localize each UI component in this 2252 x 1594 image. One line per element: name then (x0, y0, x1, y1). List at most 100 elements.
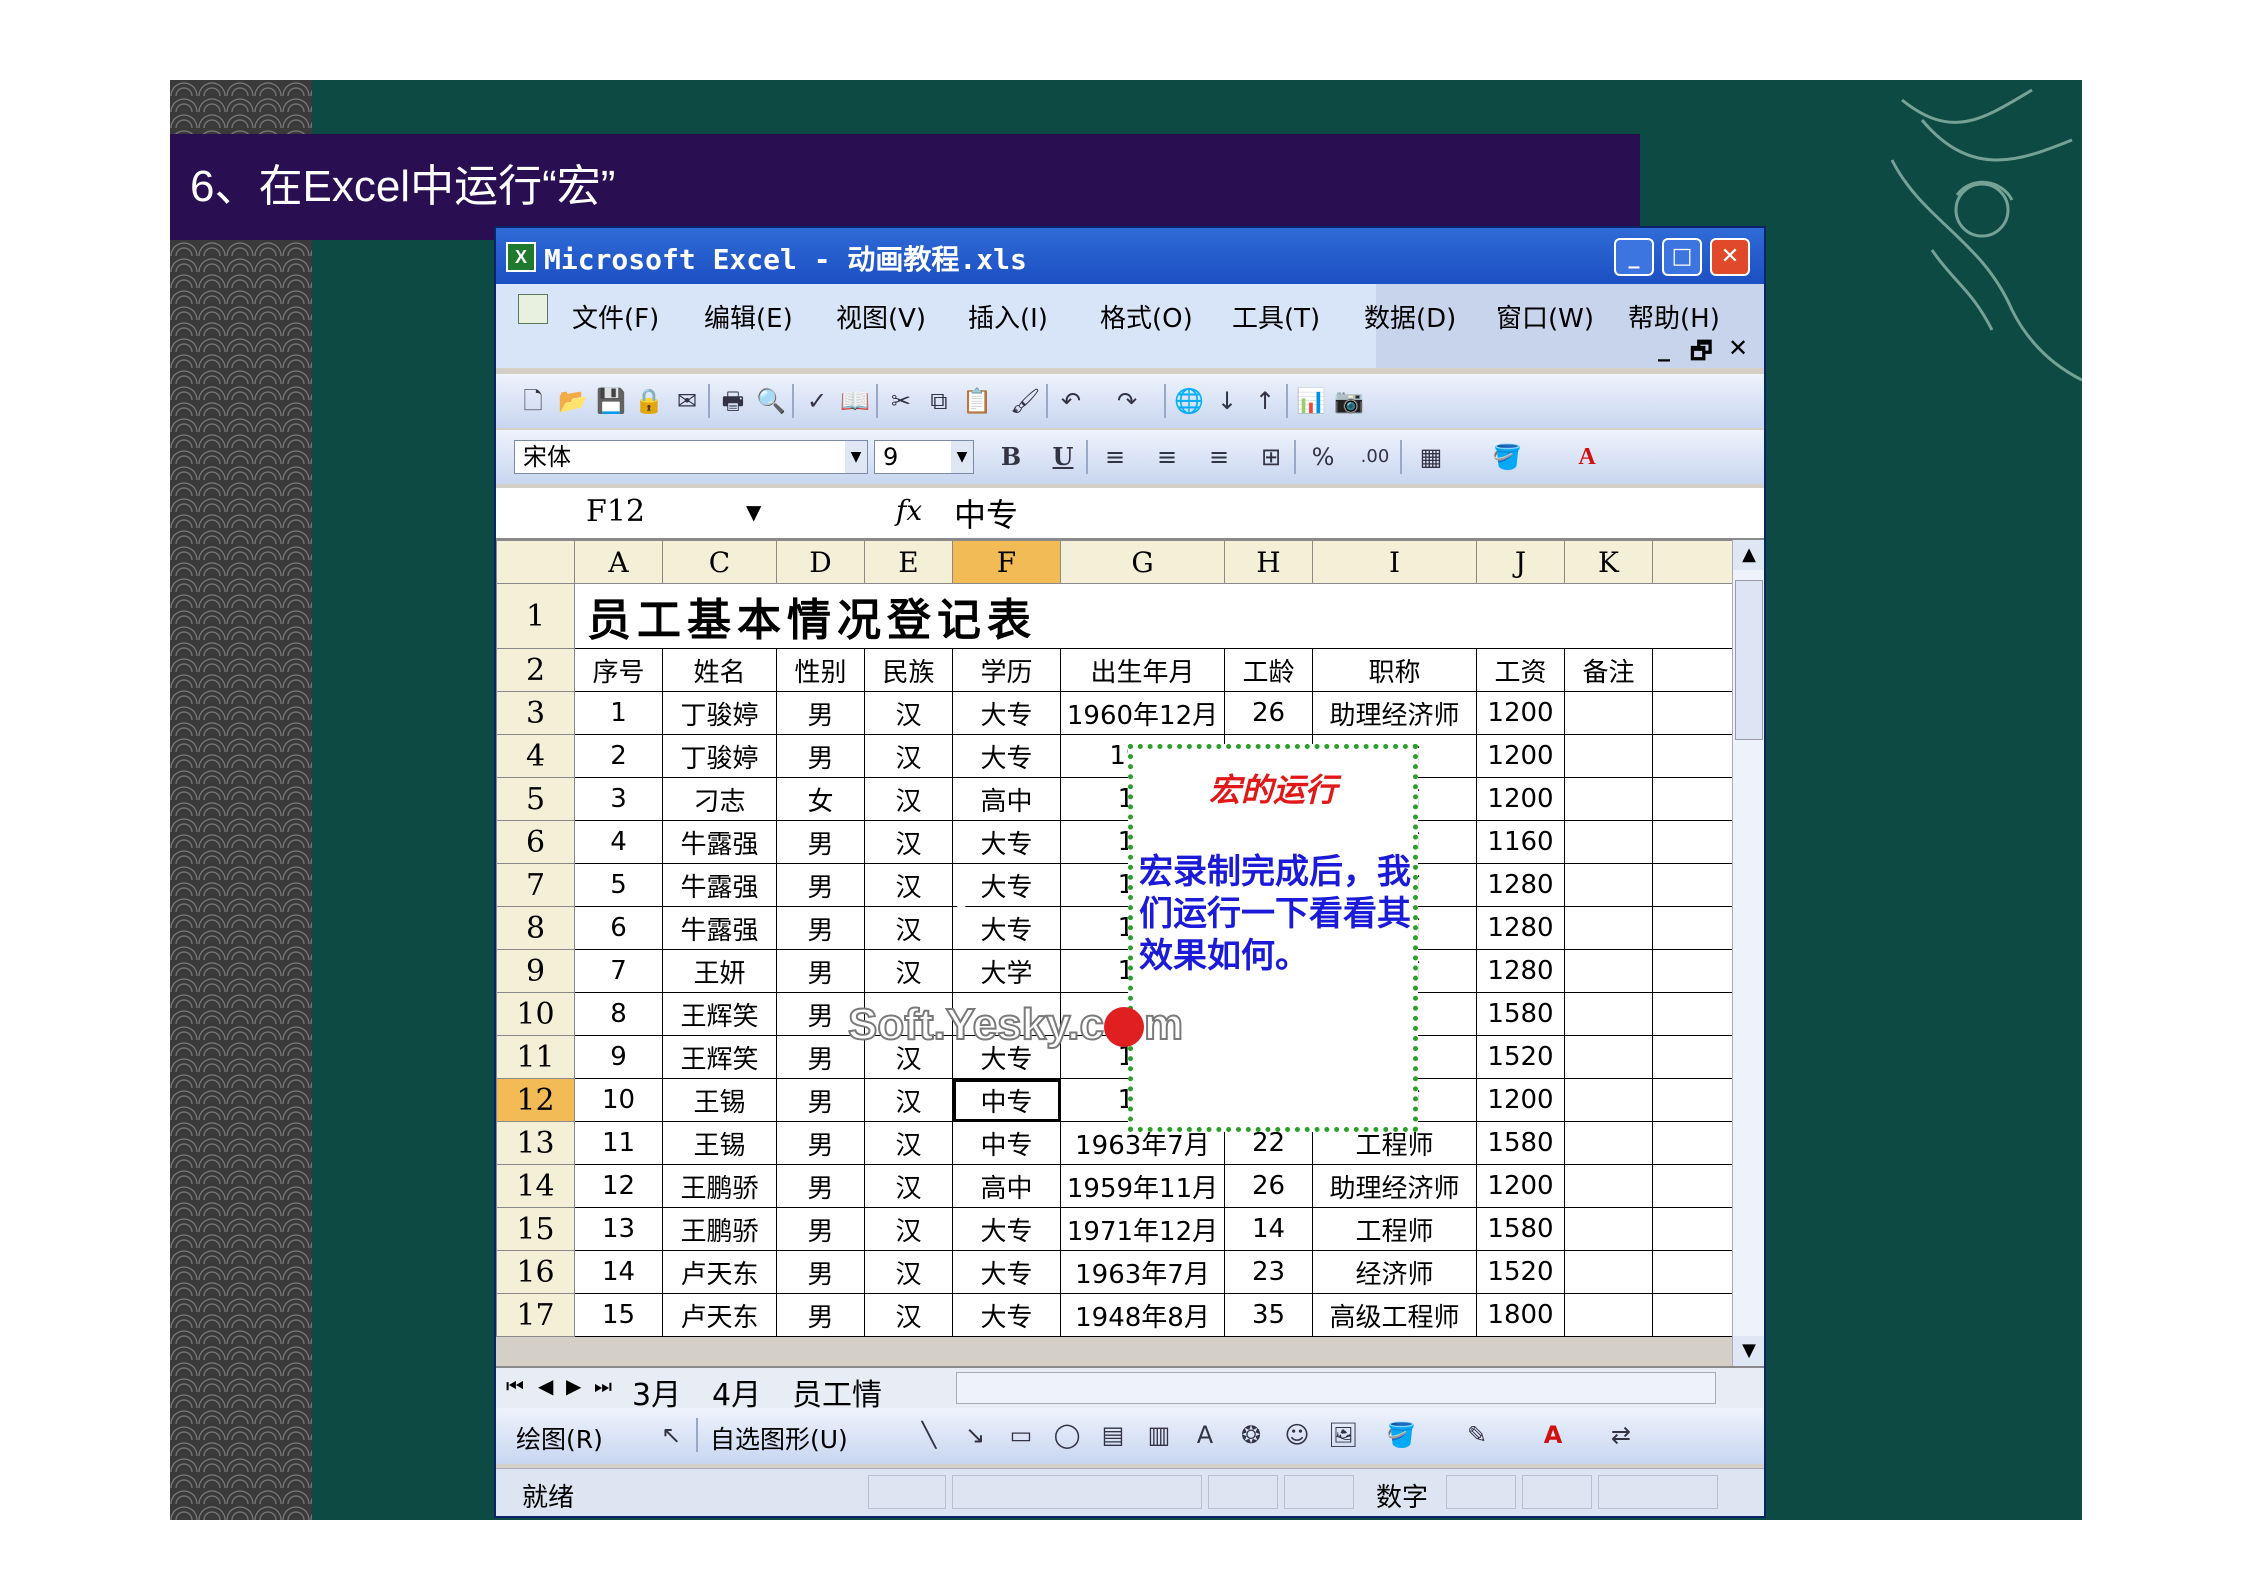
table-cell[interactable]: 23 (1224, 1250, 1313, 1294)
table-cell[interactable]: 王锡 (662, 1121, 777, 1165)
table-cell[interactable]: 11 (574, 1121, 663, 1165)
menu-tools[interactable]: 工具(T) (1232, 298, 1320, 335)
maximize-button[interactable]: □ (1662, 238, 1702, 276)
table-cell[interactable]: 26 (1224, 691, 1313, 735)
table-cell[interactable] (1564, 1035, 1653, 1079)
column-header-a[interactable]: A (574, 540, 663, 584)
table-cell[interactable] (1564, 906, 1653, 950)
table-cell[interactable]: 助理经济师 (1312, 1164, 1477, 1208)
table-cell[interactable]: 1800 (1476, 1293, 1565, 1337)
textbox-icon[interactable]: ▤ (1098, 1420, 1128, 1450)
table-cell[interactable] (1652, 1164, 1743, 1208)
workbook-restore-button[interactable]: 🗗 (1690, 334, 1713, 375)
first-sheet-icon[interactable]: ⏮ (506, 1374, 524, 1398)
table-cell[interactable]: 1280 (1476, 949, 1565, 993)
table-cell[interactable]: 1520 (1476, 1035, 1565, 1079)
column-header-c[interactable]: C (662, 540, 777, 584)
row-header[interactable]: 17 (496, 1293, 575, 1337)
menu-edit[interactable]: 编辑(E) (704, 298, 793, 335)
chevron-down-icon[interactable]: ▼ (845, 441, 867, 473)
table-cell[interactable]: 男 (776, 1293, 865, 1337)
table-cell[interactable]: 汉 (864, 1078, 953, 1122)
draw-menu-button[interactable]: 绘图(R) (516, 1420, 603, 1456)
table-cell[interactable]: 6 (574, 906, 663, 950)
table-cell[interactable]: 刁志 (662, 777, 777, 821)
font-color-icon[interactable]: A (1538, 1420, 1568, 1450)
excel-app-icon[interactable]: X (506, 242, 536, 272)
workbook-icon[interactable] (518, 294, 548, 324)
chevron-down-icon[interactable]: ▼ (746, 500, 761, 524)
menu-view[interactable]: 视图(V) (836, 298, 926, 335)
borders-icon[interactable]: ▦ (1416, 442, 1446, 472)
table-cell[interactable]: 汉 (864, 1121, 953, 1165)
table-header-cell[interactable]: 工龄 (1224, 648, 1313, 692)
table-cell[interactable]: 王辉笑 (662, 1035, 777, 1079)
table-cell[interactable]: 7 (574, 949, 663, 993)
table-cell[interactable]: 8 (574, 992, 663, 1036)
table-cell[interactable]: 男 (776, 1207, 865, 1251)
table-cell[interactable] (1652, 648, 1743, 692)
column-header-h[interactable]: H (1224, 540, 1313, 584)
column-header-e[interactable]: E (864, 540, 953, 584)
table-cell[interactable]: 男 (776, 1121, 865, 1165)
line-style-icon[interactable]: ⇄ (1606, 1420, 1636, 1450)
autoshapes-button[interactable]: 自选图形(U) (710, 1420, 848, 1456)
menu-format[interactable]: 格式(O) (1100, 298, 1193, 335)
worksheet-grid[interactable]: A C D E F G H I J K 1 员工基本情况登记表 2 序号 姓名 性别 民族 学历 出生年月 工龄 职称工… (496, 540, 1743, 1337)
scroll-thumb[interactable] (1735, 580, 1763, 740)
wordart-icon[interactable]: A (1190, 1420, 1220, 1450)
menu-insert[interactable]: 插入(I) (968, 298, 1048, 335)
table-cell[interactable]: 汉 (864, 1207, 953, 1251)
table-cell[interactable] (1652, 1207, 1743, 1251)
table-cell[interactable] (1564, 1164, 1653, 1208)
scroll-up-icon[interactable]: ▲ (1733, 540, 1764, 570)
format-painter-icon[interactable]: 🖌 (1010, 386, 1040, 416)
table-cell[interactable]: 汉 (864, 863, 953, 907)
table-header-cell[interactable]: 备注 (1564, 648, 1653, 692)
name-box[interactable]: F12 (496, 488, 736, 536)
vertical-textbox-icon[interactable]: ▥ (1144, 1420, 1174, 1450)
table-cell[interactable] (1652, 992, 1743, 1036)
oval-icon[interactable]: ◯ (1052, 1420, 1082, 1450)
table-cell[interactable]: 汉 (864, 949, 953, 993)
row-header[interactable]: 14 (496, 1164, 575, 1208)
table-cell[interactable] (1652, 949, 1743, 993)
table-cell[interactable] (1564, 691, 1653, 735)
table-cell[interactable]: 牛露强 (662, 820, 777, 864)
row-header[interactable]: 1 (496, 583, 575, 649)
table-cell[interactable]: 高中 (952, 777, 1061, 821)
table-header-cell[interactable]: 学历 (952, 648, 1061, 692)
table-cell[interactable]: 卢天东 (662, 1293, 777, 1337)
font-color-icon[interactable]: A (1572, 442, 1602, 472)
table-cell[interactable]: 丁骏婷 (662, 734, 777, 778)
table-cell[interactable]: 汉 (864, 906, 953, 950)
table-cell[interactable]: 1200 (1476, 691, 1565, 735)
table-cell[interactable] (1652, 820, 1743, 864)
table-cell[interactable]: 男 (776, 820, 865, 864)
percent-button[interactable]: % (1308, 442, 1338, 472)
next-sheet-icon[interactable]: ▶ (566, 1374, 581, 1398)
table-cell[interactable]: 大专 (952, 734, 1061, 778)
align-center-icon[interactable]: ≡ (1152, 442, 1182, 472)
font-combo[interactable]: 宋体 ▼ (514, 440, 868, 474)
chevron-down-icon[interactable]: ▼ (951, 441, 973, 473)
row-header[interactable]: 11 (496, 1035, 575, 1079)
row-header[interactable]: 7 (496, 863, 575, 907)
table-cell[interactable]: 王辉笑 (662, 992, 777, 1036)
table-cell[interactable]: 助理经济师 (1312, 691, 1477, 735)
scroll-down-icon[interactable]: ▼ (1733, 1336, 1764, 1366)
table-cell[interactable] (1652, 1078, 1743, 1122)
table-cell[interactable]: 卢天东 (662, 1250, 777, 1294)
table-cell[interactable] (1564, 820, 1653, 864)
close-button[interactable]: ✕ (1710, 238, 1750, 276)
print-icon[interactable]: 🖶 (718, 386, 748, 416)
table-cell[interactable]: 牛露强 (662, 863, 777, 907)
column-header-k[interactable]: K (1564, 540, 1653, 584)
table-header-cell[interactable]: 职称 (1312, 648, 1477, 692)
table-cell[interactable] (1564, 777, 1653, 821)
table-cell[interactable]: 1971年12月 (1060, 1207, 1225, 1251)
table-cell[interactable]: 工程师 (1312, 1207, 1477, 1251)
table-cell[interactable]: 大专 (952, 1293, 1061, 1337)
fill-color-icon[interactable]: 🪣 (1386, 1420, 1416, 1450)
table-cell[interactable]: 大学 (952, 949, 1061, 993)
